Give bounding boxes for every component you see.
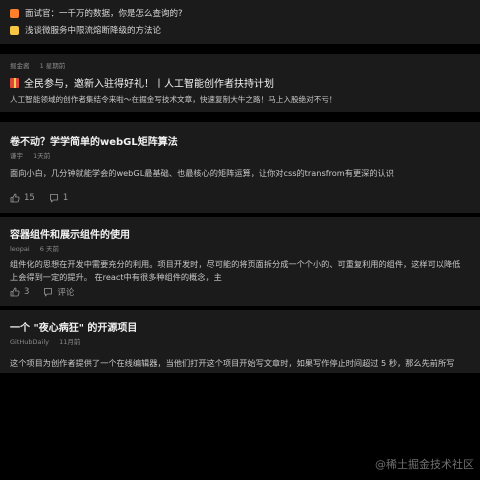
- article-actions: 15 1: [10, 193, 82, 203]
- article-title[interactable]: 卷不动？学学简单的webGL矩阵算法: [10, 133, 178, 148]
- article-summary: 上会得到一定的提升。 在react中有很多种组件的概念，主: [10, 272, 222, 282]
- author-name[interactable]: leopai: [10, 245, 30, 253]
- post-time: 1 星期前: [39, 62, 66, 70]
- article-card[interactable]: 容器组件和展示组件的使用 leopai 6 天前 组件化的思想在开发中需要充分的…: [0, 217, 480, 306]
- comment-count: 1: [62, 193, 69, 203]
- hot-list-item-title[interactable]: 浅谈微服务中限流熔断降级的方法论: [25, 24, 161, 36]
- hot-list-item[interactable]: 面试官：一千万的数据，你是怎么查询的?: [10, 7, 183, 19]
- hot-list-card: 面试官：一千万的数据，你是怎么查询的? 浅谈微服务中限流熔断降级的方法论: [0, 0, 480, 44]
- comment-button[interactable]: 1: [49, 193, 68, 203]
- thumbs-up-icon: [10, 287, 20, 297]
- article-card[interactable]: 一个 "夜心病狂" 的开源项目 GitHubDaily 11月前 这个项目为创作…: [0, 310, 480, 373]
- hot-list-item[interactable]: 浅谈微服务中限流熔断降级的方法论: [10, 24, 161, 36]
- hot-list-item-title[interactable]: 面试官：一千万的数据，你是怎么查询的?: [25, 7, 183, 19]
- comment-icon: [44, 288, 53, 297]
- promo-card[interactable]: 掘金酱 1 星期前 全民参与，邀新入驻得好礼！丨人工智能创作者扶持计划 人工智能…: [0, 54, 480, 112]
- author-name[interactable]: 谦宇: [10, 152, 23, 160]
- article-feed: 面试官：一千万的数据，你是怎么查询的? 浅谈微服务中限流熔断降级的方法论 掘金酱…: [0, 0, 480, 373]
- promo-title[interactable]: 全民参与，邀新入驻得好礼！丨人工智能创作者扶持计划: [10, 75, 274, 90]
- article-title[interactable]: 一个 "夜心病狂" 的开源项目: [10, 319, 137, 334]
- article-title[interactable]: 容器组件和展示组件的使用: [10, 226, 130, 241]
- author-name[interactable]: GitHubDaily: [10, 338, 49, 346]
- post-time: 11月前: [59, 338, 81, 346]
- post-time: 6 天前: [39, 245, 59, 253]
- author-name[interactable]: 掘金酱: [10, 62, 30, 70]
- article-card[interactable]: 卷不动？学学简单的webGL矩阵算法 谦宇 1天前 面向小白，几分钟就能学会的w…: [0, 122, 480, 213]
- like-button[interactable]: 3: [10, 287, 29, 297]
- like-count: 15: [24, 193, 35, 203]
- article-summary: 面向小白，几分钟就能学会的webGL最基础、也最核心的矩阵运算，让你对css的t…: [10, 168, 394, 178]
- watermark: @稀土掘金技术社区: [375, 458, 474, 471]
- gift-icon: [10, 78, 19, 88]
- promo-summary: 人工智能领域的创作者集结令来啦～在掘金写技术文章，快速复制大牛之路！马上入股绝对…: [10, 95, 337, 104]
- article-meta: leopai 6 天前: [10, 243, 59, 253]
- article-summary: 这个项目为创作者提供了一个在线编辑器，当他们打开这个项目开始写文章时，如果写作停…: [10, 358, 455, 368]
- thumbs-up-icon: [10, 193, 20, 203]
- article-summary: 组件化的思想在开发中需要充分的利用。项目开发时，尽可能的将页面拆分成一个个小的、…: [10, 259, 461, 269]
- like-count: 3: [24, 287, 30, 297]
- article-meta: 谦宇 1天前: [10, 150, 50, 160]
- like-button[interactable]: 15: [10, 193, 35, 203]
- comment-label: 评论: [57, 288, 75, 298]
- rank-badge-icon: [10, 8, 19, 18]
- rank-badge-icon: [10, 25, 19, 35]
- article-actions: 3 评论: [10, 286, 88, 298]
- promo-meta: 掘金酱 1 星期前: [10, 60, 65, 70]
- post-time: 1天前: [33, 152, 51, 160]
- comment-button[interactable]: 评论: [43, 286, 74, 298]
- promo-title-text[interactable]: 全民参与，邀新入驻得好礼！丨人工智能创作者扶持计划: [24, 79, 274, 90]
- article-meta: GitHubDaily 11月前: [10, 336, 80, 346]
- comment-icon: [49, 194, 58, 203]
